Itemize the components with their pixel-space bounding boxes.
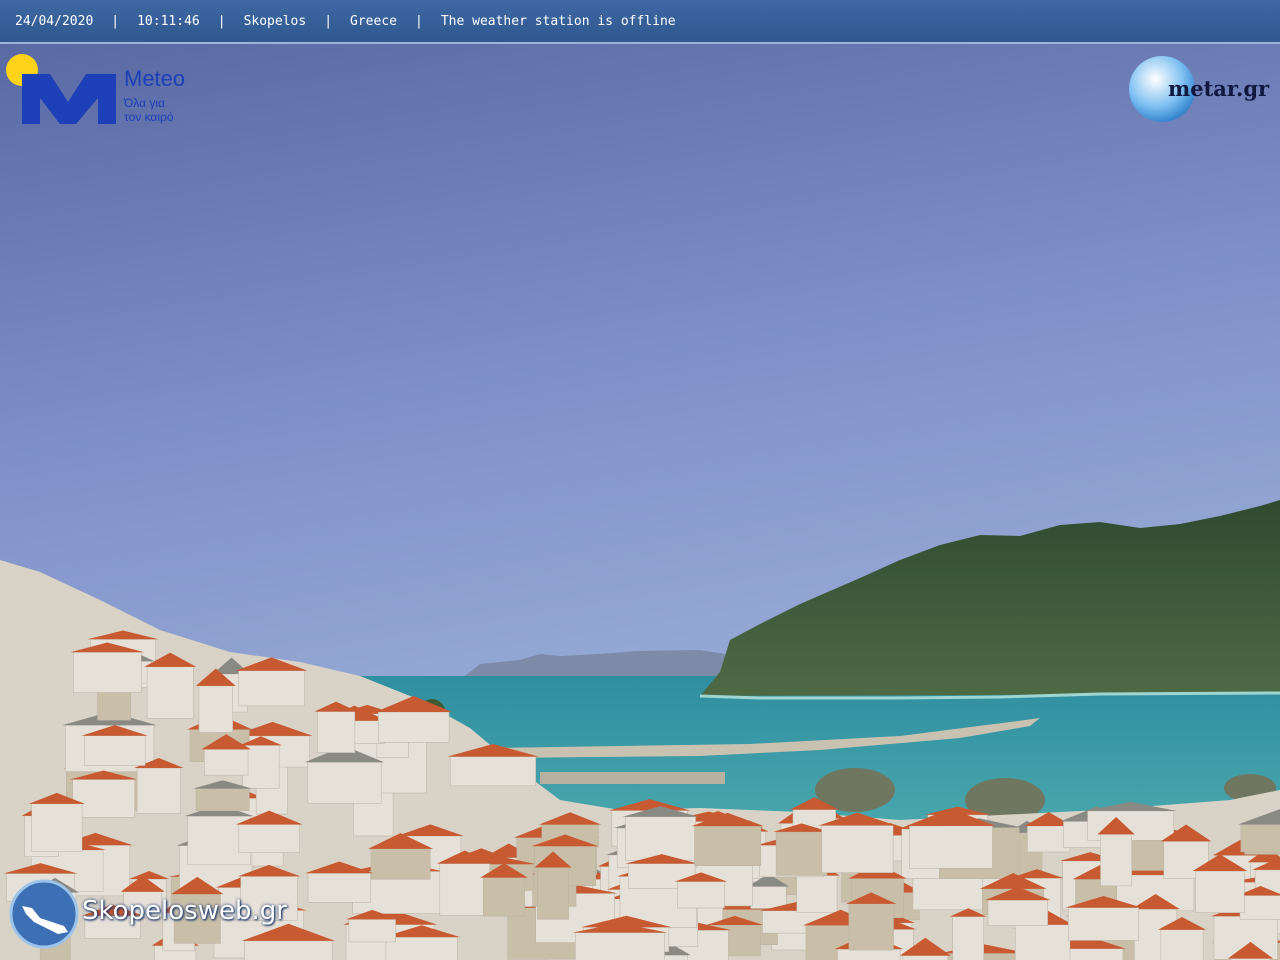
separator: | (414, 13, 423, 29)
meteo-logo-title: Meteo (124, 66, 186, 91)
date-text: 24/04/2020 (15, 13, 94, 29)
meteo-logo-tagline: Όλα για τον καιρό (124, 96, 214, 124)
webcam-scene (0, 0, 1280, 960)
house (845, 892, 897, 951)
tagline-line: Όλα για (124, 96, 165, 110)
time-text: 10:11:46 (137, 13, 200, 29)
house (314, 701, 358, 753)
skopelosweb-logo-text: Skopelosweb.gr (82, 896, 287, 926)
separator: | (111, 13, 120, 29)
house (134, 757, 184, 814)
metar-logo-text: metar.gr (1168, 76, 1270, 101)
location-text: Skopelos (243, 13, 307, 29)
separator: | (324, 13, 333, 29)
info-overlay-bar: 24/04/2020 | 10:11:46 | Skopelos | Greec… (0, 0, 1280, 44)
harbour-dock (540, 772, 725, 784)
country-text: Greece (350, 13, 397, 29)
house (28, 792, 86, 852)
tagline-line: τον καιρό (124, 110, 174, 124)
house (70, 642, 145, 693)
house (622, 806, 699, 861)
house (949, 908, 987, 960)
station-status-text: The weather station is offline (440, 13, 676, 29)
island-badge-icon (9, 879, 79, 949)
separator: | (217, 13, 226, 29)
meteo-m-icon (22, 74, 116, 124)
